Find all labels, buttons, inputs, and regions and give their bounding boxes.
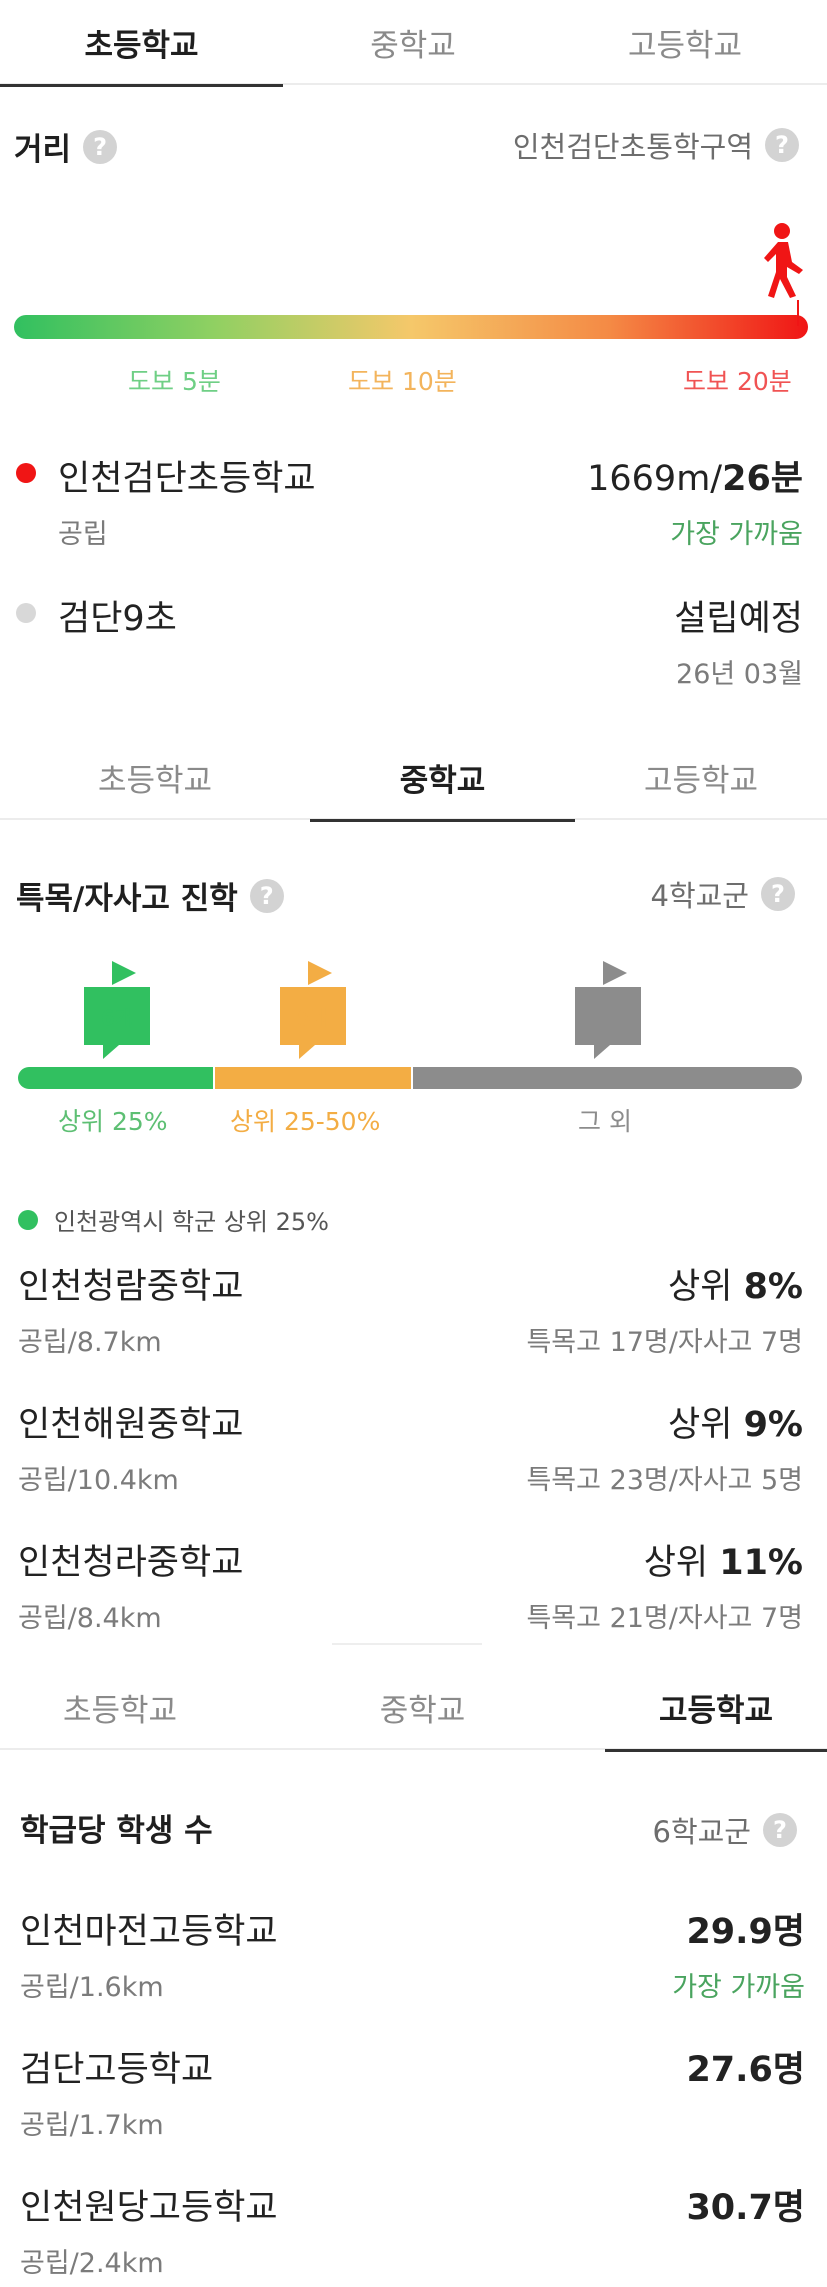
school-status: 설립예정 <box>674 599 803 639</box>
school-level-tabs: 초등학교 중학교 고등학교 <box>0 0 827 87</box>
school-rank: 상위 8% <box>668 1258 803 1309</box>
tab-high[interactable]: 고등학교 <box>605 1665 827 1752</box>
segment-label-top25-50: 상위 25-50% <box>230 1107 381 1136</box>
help-icon[interactable]: ? <box>761 877 795 911</box>
rank-prefix: 상위 <box>643 1543 720 1583</box>
help-icon[interactable]: ? <box>765 128 799 162</box>
flag-count-top25-50: 8개 <box>280 987 346 1059</box>
school-level-tabs: 초등학교 중학교 고등학교 <box>0 735 827 822</box>
panel-divider <box>332 1643 482 1645</box>
school-name[interactable]: 검단고등학교 <box>20 2041 213 2092</box>
rank-value: 9% <box>743 1405 803 1445</box>
district-name: 인천검단초통학구역 <box>512 130 753 164</box>
school-name[interactable]: 인천해원중학교 <box>18 1396 243 1447</box>
rank-prefix: 상위 <box>668 1405 744 1445</box>
bar-segment-others <box>413 1067 802 1089</box>
walk-label-10min: 도보 10분 <box>348 367 457 396</box>
tab-elementary[interactable]: 초등학교 <box>0 0 283 87</box>
legend-text: 인천광역시 학군 상위 25% <box>54 1208 329 1236</box>
students-value: 29.9명 <box>686 1912 805 1952</box>
help-icon[interactable]: ? <box>83 129 118 164</box>
advancement-detail: 특목고 21명/자사고 7명 <box>526 1603 803 1634</box>
walk-label-5min: 도보 5분 <box>128 367 221 396</box>
section-title-text: 특목/자사고 진학 <box>16 881 238 917</box>
distance-value: 1669m/ <box>587 459 723 499</box>
tab-elementary[interactable]: 초등학교 <box>0 1665 240 1750</box>
help-icon[interactable]: ? <box>763 1813 797 1847</box>
segment-label-top25: 상위 25% <box>58 1107 168 1136</box>
status-dot-gray <box>16 603 36 623</box>
legend-dot-green <box>18 1210 38 1230</box>
district-name: 6학교군 <box>652 1815 752 1849</box>
school-name[interactable]: 인천청라중학교 <box>18 1534 243 1585</box>
distance-section-title: 거리 ? <box>14 124 118 169</box>
school-district: 6학교군 ? <box>652 1809 797 1851</box>
advancement-detail: 특목고 23명/자사고 5명 <box>526 1465 803 1496</box>
high-panel: 초등학교 중학교 고등학교 학급당 학생 수 6학교군 ? 인천마전고등학교 2… <box>0 1635 827 2287</box>
bar-segment-top25 <box>18 1067 213 1089</box>
tab-high[interactable]: 고등학교 <box>575 735 827 820</box>
opening-date: 26년 03월 <box>676 659 803 690</box>
closest-badge: 가장 가까움 <box>670 519 803 550</box>
tab-middle[interactable]: 중학교 <box>240 1665 605 1750</box>
walk-time: 26분 <box>722 459 803 499</box>
school-name[interactable]: 인천마전고등학교 <box>20 1903 278 1954</box>
students-per-class: 29.9명 <box>686 1903 805 1954</box>
school-info: 공립/8.7km <box>18 1327 162 1358</box>
tab-high[interactable]: 고등학교 <box>543 0 827 85</box>
school-district: 4학교군 ? <box>650 873 795 915</box>
walk-label-20min: 도보 20분 <box>683 367 792 396</box>
students-value: 27.6명 <box>686 2050 805 2090</box>
school-type: 공립 <box>58 519 108 550</box>
school-info: 공립/10.4km <box>18 1465 179 1496</box>
middle-panel: 초등학교 중학교 고등학교 특목/자사고 진학 ? 4학교군 ? 6개 8개 1… <box>0 705 827 1635</box>
school-distance: 1669m/26분 <box>587 450 803 501</box>
help-icon[interactable]: ? <box>249 878 284 913</box>
advancement-detail: 특목고 17명/자사고 7명 <box>526 1327 803 1358</box>
status-dot-red <box>16 463 36 483</box>
students-per-class: 30.7명 <box>686 2179 805 2230</box>
elementary-panel: 초등학교 중학교 고등학교 거리 ? 인천검단초통학구역 ? 도보 5분 도보 … <box>0 0 827 705</box>
bar-end-marker <box>797 300 799 326</box>
section-title-text: 거리 <box>14 132 72 168</box>
bar-segment-top25-50 <box>215 1067 411 1089</box>
class-size-section-title: 학급당 학생 수 <box>20 1805 213 1850</box>
school-district: 인천검단초통학구역 ? <box>513 124 799 166</box>
school-name[interactable]: 인천청람중학교 <box>18 1258 243 1309</box>
segment-label-others: 그 외 <box>578 1107 632 1136</box>
rank-prefix: 상위 <box>668 1267 744 1307</box>
district-name: 4학교군 <box>650 879 750 913</box>
walking-person-icon <box>764 223 803 298</box>
school-info: 공립/1.7km <box>20 2110 164 2141</box>
students-per-class: 27.6명 <box>686 2041 805 2092</box>
rank-value: 8% <box>743 1267 803 1307</box>
tab-middle[interactable]: 중학교 <box>310 735 575 822</box>
school-name[interactable]: 인천원당고등학교 <box>20 2179 278 2230</box>
school-name[interactable]: 인천검단초등학교 <box>58 450 316 501</box>
flag-count-top25: 6개 <box>84 987 150 1059</box>
tab-elementary[interactable]: 초등학교 <box>0 735 310 820</box>
school-rank: 상위 9% <box>668 1396 803 1447</box>
closest-badge: 가장 가까움 <box>672 1972 805 2003</box>
students-value: 30.7명 <box>686 2188 805 2228</box>
rank-value: 11% <box>719 1543 803 1583</box>
advancement-section-title: 특목/자사고 진학 ? <box>16 873 284 918</box>
flag-count-others: 17개 <box>575 987 641 1059</box>
section-title-text: 학급당 학생 수 <box>20 1813 213 1849</box>
school-info: 공립/2.4km <box>20 2248 164 2279</box>
school-level-tabs: 초등학교 중학교 고등학교 <box>0 1665 827 1752</box>
distance-gradient-bar <box>14 315 808 339</box>
school-rank: 상위 11% <box>644 1534 803 1585</box>
school-info: 공립/1.6km <box>20 1972 164 2003</box>
school-name[interactable]: 검단9초 <box>58 590 177 641</box>
tab-middle[interactable]: 중학교 <box>283 0 543 85</box>
school-info: 공립/8.4km <box>18 1603 162 1634</box>
